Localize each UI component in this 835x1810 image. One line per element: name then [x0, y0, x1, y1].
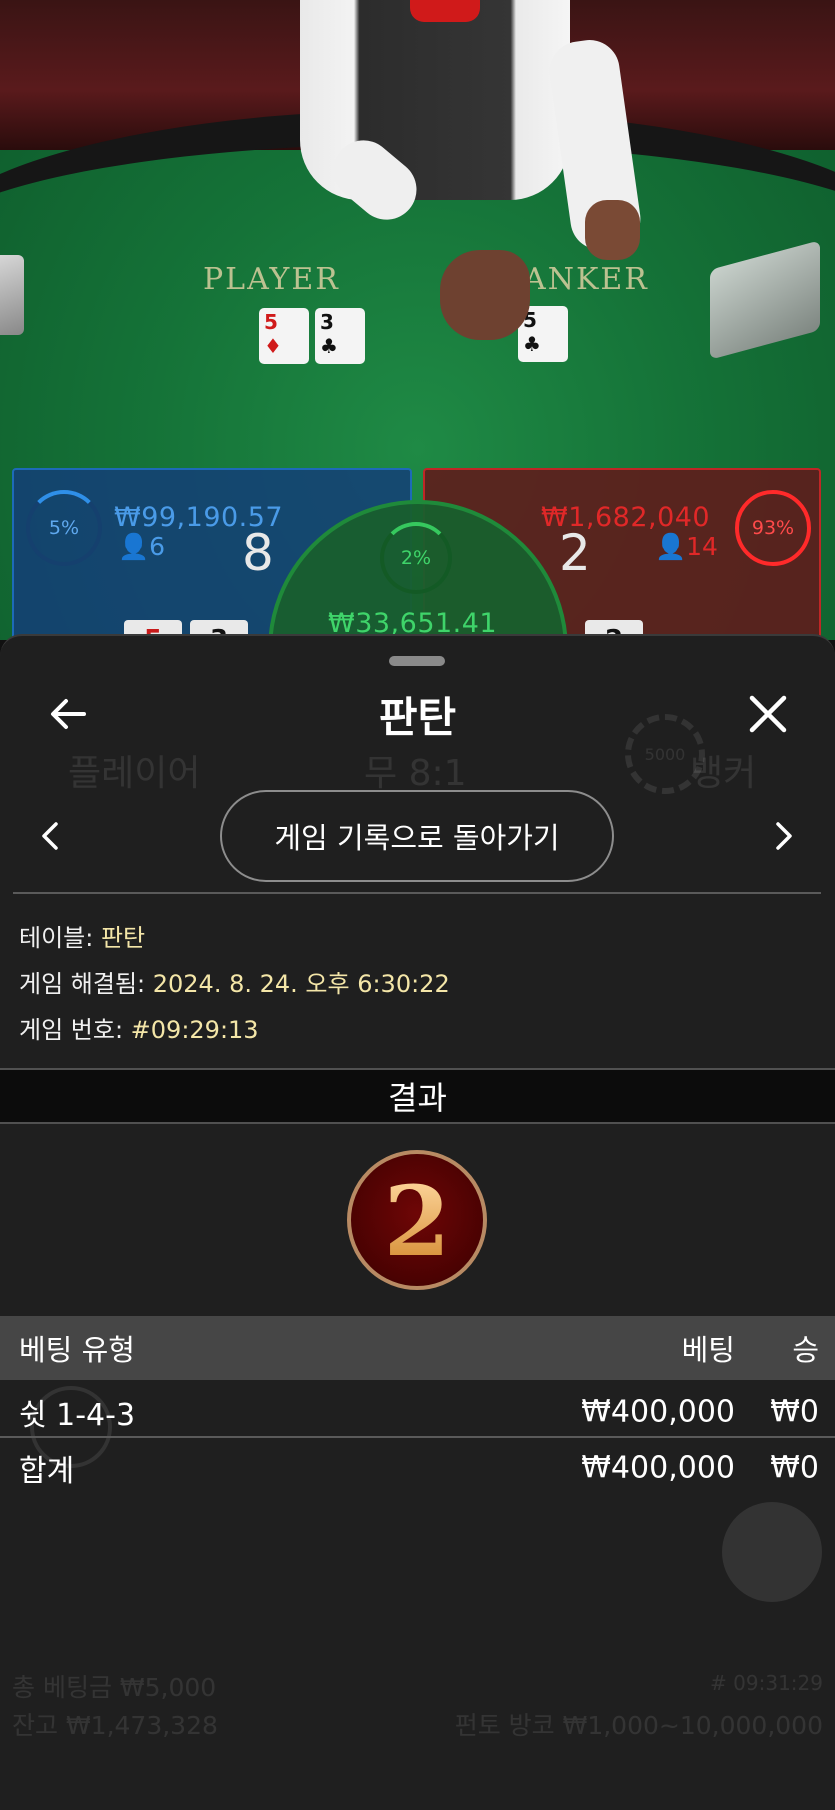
player-percent: 5% [48, 517, 80, 539]
player-score: 8 [242, 524, 274, 582]
sheet-grabber[interactable] [389, 656, 445, 666]
total-row: 합계 ₩400,000 ₩0 [0, 1440, 835, 1496]
player-percent-ring: 5% [26, 490, 102, 566]
row-bet-type: 쉿 1-4-3 [19, 1398, 136, 1433]
banker-score: 2 [559, 524, 591, 582]
ghost-total-bet: 총 베팅금 ₩5,000 [12, 1673, 217, 1702]
close-button[interactable] [740, 686, 796, 742]
result-value: 2 [383, 1165, 451, 1278]
card-shoe [710, 240, 820, 360]
total-bet-amount: ₩400,000 [581, 1450, 735, 1486]
discard-tray [0, 255, 24, 335]
divider [0, 1436, 835, 1438]
ghost-limits: 펀토 방코 ₩1,000~10,000,000 [454, 1711, 823, 1740]
game-detail-sheet: 플레이어 무 8:1 뱅커 5000 총 베팅금 ₩5,000 잔고 ₩1,47… [0, 634, 835, 1810]
chevron-right-icon [776, 822, 792, 850]
ghost-balance: 잔고 ₩1,473,328 [12, 1711, 218, 1740]
info-resolved-label: 게임 해결됨: [19, 970, 153, 998]
player-bettors: 👤6 [118, 532, 166, 561]
info-table-label: 테이블: [19, 924, 101, 952]
col-win: 승 [792, 1333, 819, 1367]
result-header: 결과 [0, 1068, 835, 1124]
table-card: 3 ♣ [315, 308, 365, 364]
info-table-value: 판탄 [100, 924, 146, 952]
prev-game-button[interactable] [28, 814, 72, 858]
banker-bettors: 👤14 [655, 532, 718, 561]
total-win-amount: ₩0 [770, 1450, 819, 1486]
dealer-bowtie [410, 0, 480, 22]
banker-percent-ring: 93% [735, 490, 811, 566]
row-bet-amount: ₩400,000 [581, 1394, 735, 1430]
table-player-text: PLAYER [203, 262, 340, 297]
row-win-amount: ₩0 [770, 1394, 819, 1430]
tie-percent: 2% [400, 547, 432, 569]
table-card: 5 ♦ [259, 308, 309, 364]
ghost-time: # 09:31:29 [710, 1671, 823, 1695]
person-icon: 👤 [655, 532, 687, 561]
divider [13, 892, 821, 894]
dealer-left-hand [440, 250, 530, 340]
result-ball: 2 [347, 1150, 487, 1290]
col-bet-type: 베팅 유형 [19, 1333, 135, 1367]
person-icon: 👤 [118, 532, 150, 561]
banker-percent: 93% [751, 517, 795, 539]
col-bet: 베팅 [681, 1333, 735, 1367]
info-game-number-label: 게임 번호: [19, 1016, 131, 1044]
total-label: 합계 [19, 1454, 75, 1489]
ghost-player-label: 플레이어 [68, 753, 201, 794]
info-resolved-value: 2024. 8. 24. 오후 6:30:22 [152, 970, 450, 998]
close-icon [749, 695, 787, 733]
info-resolved: 게임 해결됨: 2024. 8. 24. 오후 6:30:22 [19, 964, 450, 999]
chevron-left-icon [42, 822, 58, 850]
bet-table-header: 베팅 유형 베팅 승 [0, 1316, 835, 1380]
dealer-right-hand [585, 200, 640, 260]
back-to-history-button[interactable]: 게임 기록으로 돌아가기 [220, 790, 614, 882]
info-table: 테이블: 판탄 [19, 918, 145, 953]
tie-percent-ring: 2% [380, 522, 452, 594]
ghost-menu-right [722, 1502, 822, 1602]
sheet-title: 판탄 [378, 693, 457, 742]
ghost-tie-label: 무 8:1 [364, 753, 467, 794]
table-row: 쉿 1-4-3 ₩400,000 ₩0 [0, 1384, 835, 1440]
next-game-button[interactable] [762, 814, 806, 858]
info-game-number-value: #09:29:13 [130, 1016, 259, 1044]
info-game-number: 게임 번호: #09:29:13 [19, 1010, 259, 1045]
